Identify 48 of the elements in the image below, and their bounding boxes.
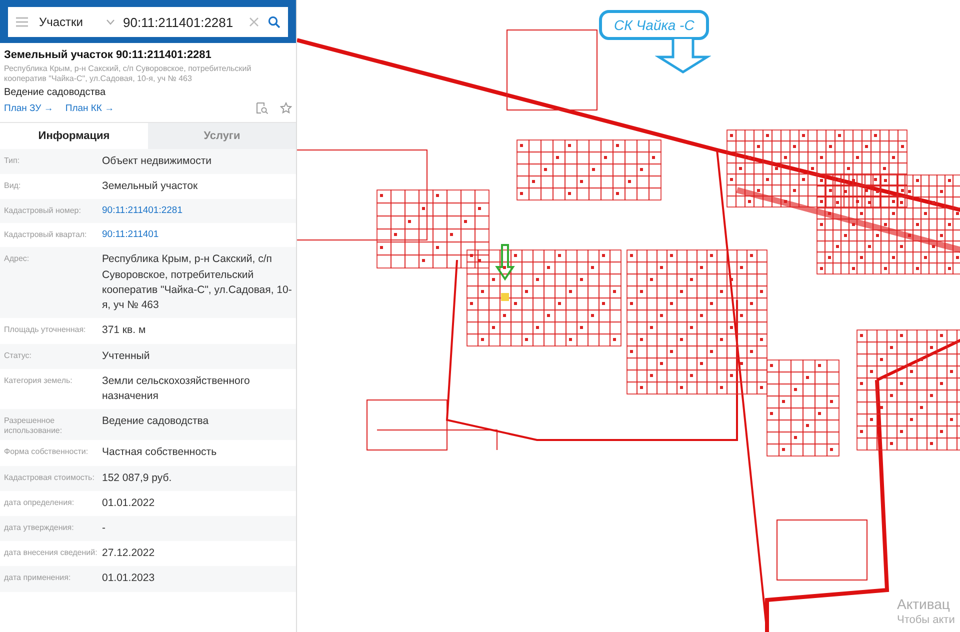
object-address: Республика Крым, р-н Сакский, с/п Суворовское, потребительский кооператив "Чайка-С", ул.Садовая, 10-я, уч № 463	[4, 64, 252, 84]
menu-icon[interactable]	[16, 17, 28, 27]
field-label: дата внесения сведений:	[4, 547, 98, 560]
field-label: Вид:	[4, 180, 22, 192]
field-label: Форма собственности:	[4, 446, 90, 458]
field-label: дата утверждения:	[4, 522, 75, 534]
field-link[interactable]: 90:11:211401:2281	[102, 204, 182, 218]
object-usage: Ведение садоводства	[4, 87, 107, 98]
caret-icon[interactable]	[106, 19, 115, 25]
field-label: Статус:	[4, 350, 33, 362]
field-value: 152 087,9 руб.	[102, 470, 172, 486]
close-icon[interactable]	[248, 16, 260, 28]
field-value: 01.01.2023	[102, 571, 155, 586]
field-label: Кадастровый квартал:	[4, 229, 88, 242]
document-search-icon[interactable]	[256, 102, 268, 114]
field-link[interactable]: 90:11:211401	[102, 228, 159, 242]
field-label: Категория земель:	[4, 374, 74, 387]
tab[interactable]: Услуги	[148, 123, 296, 149]
field-label: Кадастровая стоимость:	[4, 472, 96, 484]
field-value: 27.12.2022	[102, 546, 155, 562]
field-label: Площадь уточненная:	[4, 324, 87, 336]
field-label: Разрешенное использование:	[4, 415, 64, 436]
field-label: дата определения:	[4, 496, 76, 509]
plan-link[interactable]: План КК →	[65, 102, 114, 114]
field-value: -	[102, 521, 106, 536]
activation-title: Активац	[897, 596, 951, 612]
arrow-icon	[655, 38, 711, 74]
star-icon[interactable]	[280, 102, 292, 114]
field-value: Земли сельскохозяйственного назначения	[102, 374, 251, 404]
field-label: дата применения:	[4, 572, 72, 584]
field-label: Кадастровый номер:	[4, 205, 82, 218]
plan-link[interactable]: План ЗУ →	[4, 102, 54, 114]
field-value: Ведение садоводства	[102, 414, 209, 430]
search-field[interactable]: 90:11:211401:2281	[123, 14, 240, 30]
field-label: Адрес:	[4, 253, 30, 266]
field-value: 371 кв. м	[102, 323, 146, 338]
field-value: 01.01.2022	[102, 496, 155, 511]
field-value: Учтенный	[102, 348, 150, 364]
field-value: Объект недвижимости	[102, 154, 212, 169]
layer-select[interactable]: Участки	[36, 15, 98, 29]
search-icon[interactable]	[268, 16, 280, 28]
map-callout: СК Чайка -С	[599, 10, 710, 40]
field-value: Частная собственность	[102, 445, 217, 460]
field-label: Тип:	[4, 155, 21, 167]
object-title: Земельный участок 90:11:211401:2281	[4, 49, 212, 61]
activation-subtitle: Чтобы акти	[897, 614, 955, 626]
field-value: Земельный участок	[102, 179, 198, 194]
field-value: Республика Крым, р-н Сакский, с/п Суворовское, потребительский кооператив "Чайка-С", ул.Садовая, 10-я, уч № 463	[102, 252, 292, 314]
